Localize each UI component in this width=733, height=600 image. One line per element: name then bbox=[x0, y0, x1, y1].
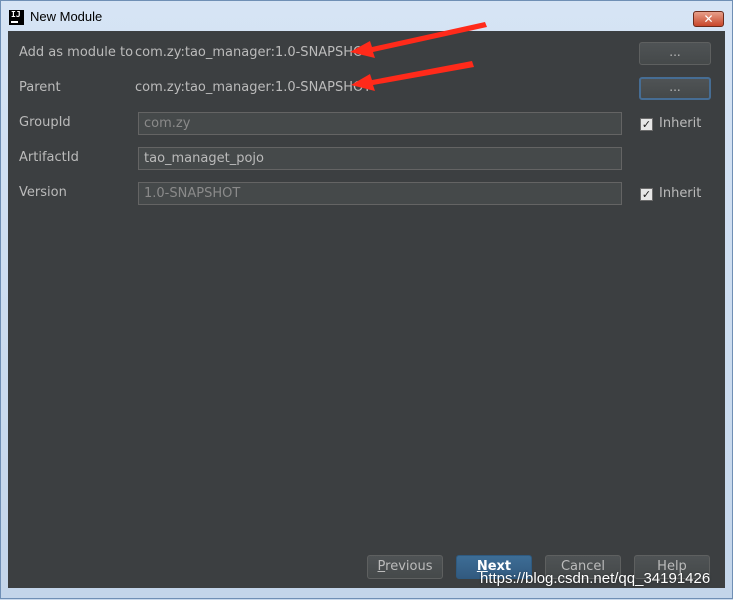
annotation-arrow-1 bbox=[350, 22, 487, 58]
watermark-text: https://blog.csdn.net/qq_34191426 bbox=[480, 570, 711, 587]
new-module-dialog: IJ New Module ✕ Add as module to com.zy:… bbox=[0, 0, 733, 599]
annotation-arrows bbox=[350, 22, 487, 91]
annotation-arrow-2 bbox=[351, 61, 474, 91]
